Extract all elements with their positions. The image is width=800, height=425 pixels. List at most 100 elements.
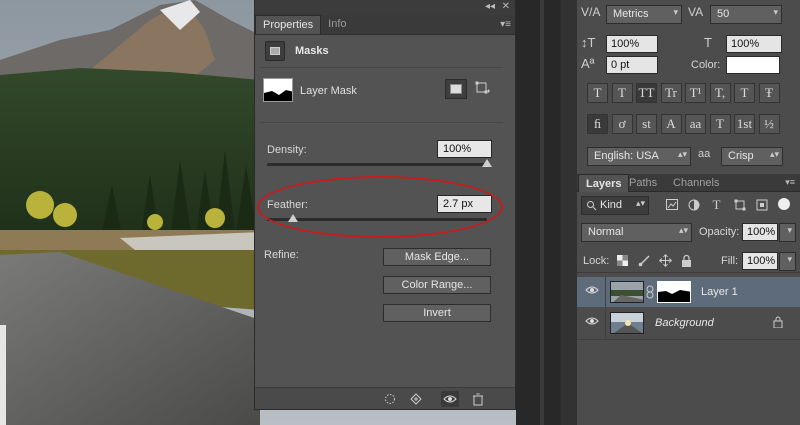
density-field[interactable]: 100%: [437, 140, 492, 158]
visibility-eye-icon[interactable]: [441, 391, 459, 407]
color-label: Color:: [691, 59, 721, 71]
layers-menu-icon[interactable]: ▾≡: [785, 177, 795, 188]
tab-channels[interactable]: Channels: [666, 174, 726, 192]
lock-transparent-icon[interactable]: [614, 252, 631, 269]
tab-info[interactable]: Info: [321, 15, 353, 34]
filter-kind-select[interactable]: Kind ▴▾: [581, 196, 649, 215]
kerning-icon: V/A: [581, 5, 601, 19]
delete-mask-icon[interactable]: [469, 391, 487, 407]
divider: [605, 277, 606, 307]
antialias-icon: aa: [698, 148, 711, 160]
baseline-shift-field[interactable]: 0 pt: [606, 56, 658, 74]
tracking-icon: VA: [688, 5, 704, 19]
masks-title: Masks: [295, 45, 329, 57]
opentype-button-2[interactable]: st: [636, 114, 657, 134]
opacity-label: Opacity:: [699, 226, 740, 238]
apply-mask-icon[interactable]: [407, 391, 425, 407]
load-selection-icon[interactable]: [381, 391, 399, 407]
lock-image-brush-icon[interactable]: [636, 252, 653, 269]
opentype-button-7[interactable]: ½: [758, 114, 780, 134]
lock-position-icon[interactable]: [657, 252, 674, 269]
tab-paths[interactable]: Paths: [622, 174, 664, 192]
tracking-select[interactable]: 50 ▾: [710, 5, 782, 24]
vertical-scale-icon: ↕T: [581, 35, 596, 50]
layers-tabs: Layers Paths Channels ▾≡: [577, 174, 800, 192]
layer-mask-row: Layer Mask: [260, 71, 510, 111]
feather-highlight-ellipse: [257, 176, 503, 238]
type-style-button-6[interactable]: T: [734, 83, 755, 103]
opentype-button-6[interactable]: 1st: [734, 114, 755, 134]
opentype-button-0[interactable]: ﬁ: [587, 114, 608, 134]
opacity-dropdown[interactable]: ▾: [779, 223, 796, 242]
type-style-button-2[interactable]: TT: [636, 83, 657, 103]
opentype-button-4[interactable]: aa: [685, 114, 706, 134]
layer-name[interactable]: Background: [655, 317, 714, 329]
close-icon[interactable]: ✕: [502, 1, 510, 12]
layer-thumbnail[interactable]: [610, 312, 644, 334]
filter-toggle[interactable]: [778, 198, 790, 210]
mask-edge-button[interactable]: Mask Edge...: [383, 248, 491, 266]
properties-bottom-bar: [255, 387, 515, 409]
filter-type-icon[interactable]: T: [708, 196, 725, 213]
blend-mode-select[interactable]: Normal ▴▾: [581, 223, 692, 242]
divider: [260, 122, 503, 123]
horizontal-scale-field[interactable]: 100%: [726, 35, 782, 53]
density-slider[interactable]: [267, 159, 492, 167]
vector-mask-icon: [475, 81, 490, 94]
collapse-icon[interactable]: ◂◂: [485, 1, 495, 12]
layer-row-layer-1[interactable]: Layer 1: [577, 277, 800, 307]
mask-thumbnail[interactable]: [263, 78, 293, 102]
layer-thumbnail[interactable]: [610, 281, 644, 303]
vertical-scale-field[interactable]: 100%: [606, 35, 658, 53]
type-style-button-4[interactable]: T¹: [685, 83, 706, 103]
filter-shape-icon[interactable]: [731, 196, 748, 213]
divider: [577, 339, 800, 340]
type-style-button-0[interactable]: T: [587, 83, 608, 103]
kerning-select[interactable]: Metrics ▾: [606, 5, 682, 24]
color-range-button[interactable]: Color Range...: [383, 276, 491, 294]
layer-name[interactable]: Layer 1: [701, 286, 738, 298]
type-style-button-5[interactable]: T,: [709, 83, 731, 103]
properties-tabs: Properties Info ▾≡: [255, 15, 515, 35]
right-panels: V/A Metrics ▾ VA 50 ▾ ↕T 100% T 100% Aª 0 …: [560, 0, 800, 425]
fill-dropdown[interactable]: ▾: [779, 252, 796, 271]
lock-all-icon[interactable]: [678, 252, 695, 269]
lock-icon: [773, 316, 783, 328]
panel-gap: [516, 0, 560, 425]
mask-icon: [265, 41, 285, 61]
antialias-select[interactable]: Crisp ▴▾: [721, 147, 783, 166]
baseline-shift-icon: Aª: [581, 56, 595, 71]
filter-smartobject-icon[interactable]: [753, 196, 770, 213]
pixel-mask-button[interactable]: [445, 79, 467, 99]
layer-row-background[interactable]: Background: [577, 308, 800, 338]
opacity-field[interactable]: 100%: [742, 223, 778, 241]
lock-label: Lock:: [583, 255, 610, 267]
density-slider-thumb[interactable]: [482, 159, 492, 167]
type-style-button-3[interactable]: Tr: [660, 83, 682, 103]
tab-properties[interactable]: Properties: [255, 15, 322, 34]
text-color-swatch[interactable]: [726, 56, 780, 74]
opentype-button-1[interactable]: ơ: [611, 114, 633, 134]
divider: [260, 67, 503, 68]
link-chain-icon[interactable]: [646, 285, 654, 299]
panel-title-strip: ◂◂ ✕: [255, 0, 515, 15]
panel-menu-icon[interactable]: ▾≡: [500, 19, 511, 30]
filter-adjustment-icon[interactable]: [685, 196, 702, 213]
type-style-button-7[interactable]: Ŧ: [758, 83, 780, 103]
filter-pixel-icon[interactable]: [663, 196, 680, 213]
panel-dock-strip: [561, 0, 577, 425]
type-style-button-1[interactable]: T: [611, 83, 633, 103]
opentype-button-3[interactable]: A: [660, 114, 682, 134]
fill-field[interactable]: 100%: [742, 252, 778, 270]
visibility-eye-icon[interactable]: [585, 316, 601, 330]
invert-button[interactable]: Invert: [383, 304, 491, 322]
density-label: Density:: [267, 144, 307, 156]
layer-mask-label: Layer Mask: [300, 85, 357, 97]
language-select[interactable]: English: USA ▴▾: [587, 147, 691, 166]
search-icon: [587, 201, 597, 211]
opentype-button-5[interactable]: T: [709, 114, 731, 134]
vector-mask-button[interactable]: [472, 79, 494, 99]
layer-mask-thumbnail[interactable]: [657, 281, 691, 303]
visibility-eye-icon[interactable]: [585, 285, 601, 299]
panel-dock-bar[interactable]: [540, 0, 544, 425]
